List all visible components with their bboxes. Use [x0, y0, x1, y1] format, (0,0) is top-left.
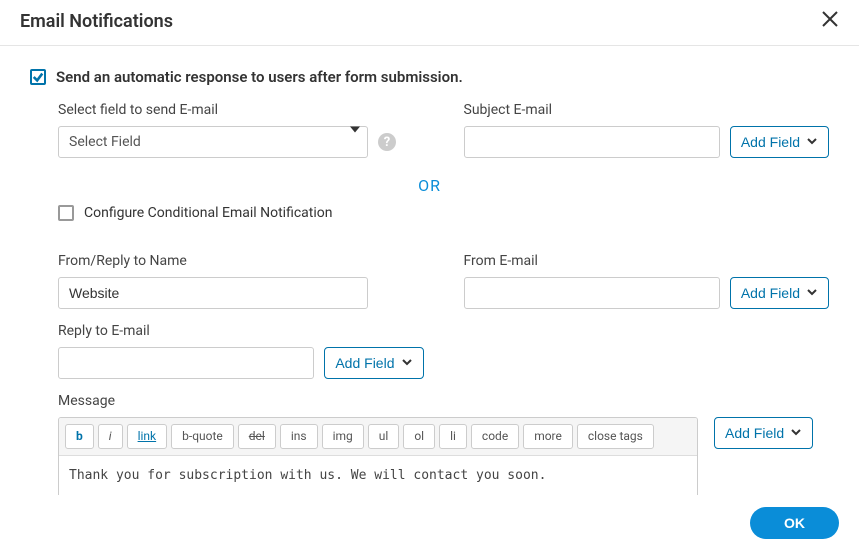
toolbar-img-button[interactable]: img: [322, 424, 364, 449]
toolbar-ul-button[interactable]: ul: [368, 424, 400, 449]
toolbar-ol-button[interactable]: ol: [403, 424, 435, 449]
chevron-down-icon: [401, 355, 413, 371]
subject-label: Subject E-mail: [464, 102, 830, 118]
email-notifications-dialog: Email Notifications Send an automatic re…: [0, 0, 859, 551]
col-select-field: Select field to send E-mail Select Field…: [58, 102, 424, 172]
col-from-name: From/Reply to Name: [58, 253, 424, 323]
message-label: Message: [58, 393, 829, 409]
auto-response-row: Send an automatic response to users afte…: [30, 68, 829, 86]
dialog-body: Send an automatic response to users afte…: [0, 46, 859, 495]
close-icon[interactable]: [821, 10, 839, 33]
message-section: Message b i link b-quote del ins img ul …: [58, 393, 829, 495]
subject-input[interactable]: [464, 126, 720, 158]
row-from: From/Reply to Name From E-mail Add Field: [30, 253, 829, 323]
toolbar-link-button[interactable]: link: [127, 424, 168, 449]
toolbar-del-button[interactable]: del: [238, 424, 276, 449]
dialog-header: Email Notifications: [0, 0, 859, 46]
ok-button[interactable]: OK: [750, 507, 839, 539]
message-textarea[interactable]: Thank you for subscription with us. We w…: [59, 456, 697, 495]
chevron-down-icon: [806, 285, 818, 301]
chevron-down-icon: [790, 425, 802, 441]
add-field-label: Add Field: [725, 425, 784, 441]
row-reply: Reply to E-mail Add Field: [30, 323, 829, 393]
message-editor: b i link b-quote del ins img ul ol li co…: [58, 417, 698, 495]
auto-response-label: Send an automatic response to users afte…: [56, 68, 463, 86]
from-email-label: From E-mail: [464, 253, 830, 269]
dialog-footer: OK: [0, 495, 859, 551]
add-field-from-email-button[interactable]: Add Field: [730, 277, 829, 309]
toolbar-bquote-button[interactable]: b-quote: [171, 424, 234, 449]
add-field-subject-button[interactable]: Add Field: [730, 126, 829, 158]
toolbar-italic-button[interactable]: i: [98, 424, 123, 449]
conditional-row: Configure Conditional Email Notification: [58, 205, 829, 221]
col-empty: [464, 323, 830, 393]
toolbar-more-button[interactable]: more: [523, 424, 573, 449]
from-name-input[interactable]: [58, 277, 368, 309]
editor-toolbar: b i link b-quote del ins img ul ol li co…: [59, 418, 697, 456]
from-email-input[interactable]: [464, 277, 720, 309]
toolbar-bold-button[interactable]: b: [65, 424, 94, 449]
add-field-label: Add Field: [741, 285, 800, 301]
col-from-email: From E-mail Add Field: [464, 253, 830, 323]
or-separator: OR: [30, 176, 829, 195]
add-field-label: Add Field: [335, 355, 394, 371]
select-field-value: Select Field: [69, 134, 141, 150]
conditional-checkbox[interactable]: [58, 205, 74, 221]
from-name-label: From/Reply to Name: [58, 253, 424, 269]
dialog-title: Email Notifications: [20, 11, 173, 32]
toolbar-ins-button[interactable]: ins: [280, 424, 318, 449]
col-reply-to: Reply to E-mail Add Field: [58, 323, 424, 393]
conditional-label: Configure Conditional Email Notification: [84, 205, 333, 221]
toolbar-close-tags-button[interactable]: close tags: [577, 424, 654, 449]
toolbar-li-button[interactable]: li: [439, 424, 467, 449]
add-field-label: Add Field: [741, 134, 800, 150]
toolbar-code-button[interactable]: code: [471, 424, 519, 449]
help-icon[interactable]: ?: [378, 133, 396, 151]
chevron-down-icon: [806, 134, 818, 150]
auto-response-checkbox[interactable]: [30, 69, 46, 85]
reply-to-input[interactable]: [58, 347, 314, 379]
add-field-reply-to-button[interactable]: Add Field: [324, 347, 423, 379]
add-field-message-button[interactable]: Add Field: [714, 417, 813, 449]
select-field-label: Select field to send E-mail: [58, 102, 424, 118]
select-field-dropdown[interactable]: Select Field: [58, 126, 368, 158]
col-subject: Subject E-mail Add Field: [464, 102, 830, 172]
row-select-subject: Select field to send E-mail Select Field…: [30, 102, 829, 172]
reply-to-label: Reply to E-mail: [58, 323, 424, 339]
